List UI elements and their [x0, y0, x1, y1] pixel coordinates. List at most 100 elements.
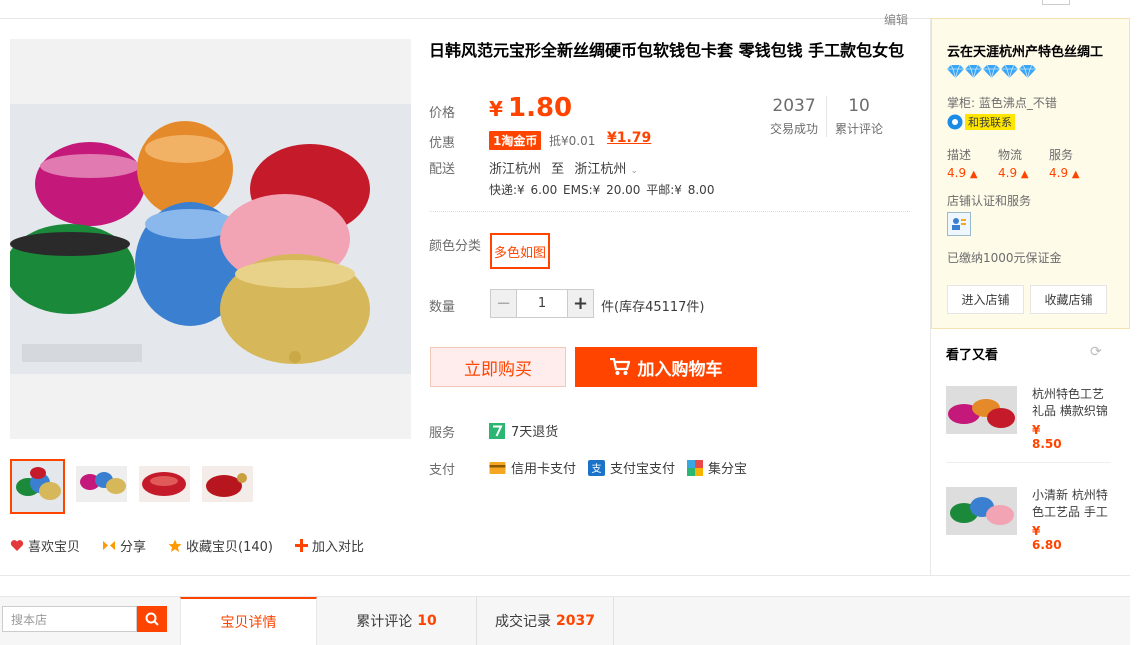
like-label: 喜欢宝贝	[28, 540, 81, 555]
wangwang-icon	[947, 114, 963, 130]
compare-action[interactable]: 加入对比	[295, 536, 364, 555]
score-label: 服务	[1049, 148, 1074, 162]
service-item[interactable]: 7天退货	[489, 421, 558, 440]
score-label: 描述	[947, 148, 972, 162]
favorite-action[interactable]: 收藏宝贝(140)	[168, 536, 273, 555]
thumbnail-2[interactable]	[74, 464, 129, 504]
enter-shop-button[interactable]: 进入店铺	[947, 285, 1024, 314]
qty-plus-button[interactable]: +	[567, 289, 594, 318]
tab-reviews[interactable]: 累计评论 10	[317, 597, 476, 645]
add-to-cart-button[interactable]: 加入购物车	[575, 347, 757, 387]
credit-card-pay[interactable]: 信用卡支付	[489, 458, 576, 477]
payment-label: 支付	[429, 463, 456, 478]
product-stats: 2037 交易成功 10 累计评论	[762, 96, 891, 137]
chevron-down-icon: ⌄	[630, 166, 639, 176]
shop-rating-diamonds	[947, 65, 1036, 78]
recommend-image	[946, 386, 1017, 434]
tab-transactions[interactable]: 成交记录 2037	[477, 597, 613, 645]
share-icon	[103, 541, 116, 550]
recommend-price: ¥ 8.50	[1032, 423, 1062, 451]
price-currency: ¥	[489, 97, 503, 121]
price-label: 价格	[429, 106, 456, 121]
service-text: 7天退货	[511, 425, 559, 440]
color-option[interactable]: 多色如图	[490, 233, 550, 269]
review-label: 累计评论	[835, 122, 884, 136]
jifenbao-icon	[687, 459, 704, 476]
thumbnail-3[interactable]	[137, 464, 192, 504]
payment-methods: 信用卡支付 支 支付宝支付 集分宝	[489, 458, 759, 477]
credit-card-icon	[489, 461, 506, 474]
score-value: 4.9 ▲	[998, 166, 1029, 180]
favorite-label: 收藏宝贝(140)	[186, 540, 273, 555]
product-title: 日韩风范元宝形全新丝绸硬币包软钱包卡套 零钱包钱 手工款包女包	[429, 41, 905, 60]
recommend-price: ¥ 6.80	[1032, 524, 1062, 552]
diamond-icon	[1019, 65, 1036, 78]
compare-label: 加入对比	[312, 540, 365, 555]
ship-to-select[interactable]: 浙江杭州 ⌄	[574, 162, 638, 177]
coin-price[interactable]: ¥1.79	[607, 130, 651, 146]
recommend-image	[946, 487, 1017, 535]
arrow-up-icon: ▲	[1071, 169, 1080, 180]
svg-text:支: 支	[592, 463, 602, 475]
service-label: 服务	[429, 426, 456, 441]
heart-icon	[10, 540, 24, 551]
shop-owner: 掌柜: 蓝色沸点_不错	[947, 96, 1057, 110]
diamond-icon	[983, 65, 1000, 78]
sales-count: 2037	[772, 96, 816, 116]
score-value: 4.9 ▲	[1049, 166, 1080, 180]
favorite-shop-button[interactable]: 收藏店铺	[1030, 285, 1107, 314]
tab-label: 成交记录	[495, 614, 552, 630]
shop-search-input[interactable]: 搜本店	[2, 606, 137, 632]
quantity-label: 数量	[429, 300, 456, 315]
coin-deduct: 抵¥0.01	[549, 134, 596, 148]
deposit-text: 已缴纳1000元保证金	[947, 251, 1062, 265]
search-button[interactable]	[137, 606, 167, 632]
alipay-pay[interactable]: 支 支付宝支付	[588, 458, 675, 477]
refresh-icon[interactable]: ⟳	[1090, 344, 1102, 360]
shop-info-card: 云在天涯杭州产特色丝绸工 掌柜: 蓝色沸点_不错 和我联系 描述 4.9 ▲ 物…	[931, 18, 1130, 329]
buy-now-button[interactable]: 立即购买	[430, 347, 566, 387]
sales-stat[interactable]: 2037 交易成功	[762, 96, 826, 137]
delivery-label: 配送	[429, 162, 456, 177]
score-description: 描述 4.9 ▲	[947, 146, 998, 180]
thumbnail-1[interactable]	[10, 459, 65, 514]
product-page: 编辑 喜欢宝贝 分享 收藏宝贝(140) 加入对比 日韩风范元宝形全新丝绸硬币包…	[0, 0, 1141, 645]
share-action[interactable]: 分享	[102, 536, 146, 555]
stock-text: 件(库存45117件)	[601, 300, 705, 315]
shop-name[interactable]: 云在天涯杭州产特色丝绸工	[947, 41, 1103, 60]
diamond-icon	[1001, 65, 1018, 78]
search-icon	[145, 612, 159, 626]
edit-link[interactable]: 编辑	[884, 11, 908, 28]
review-count: 10	[848, 96, 870, 116]
credit-card-label: 信用卡支付	[511, 462, 577, 477]
diamond-icon	[947, 65, 964, 78]
tab-label: 累计评论	[356, 614, 413, 630]
like-action[interactable]: 喜欢宝贝	[10, 536, 80, 555]
price-value: 1.80	[508, 93, 573, 123]
cert-label: 店铺认证和服务	[947, 194, 1032, 208]
jifenbao-pay[interactable]: 集分宝	[687, 458, 747, 477]
cart-icon	[609, 358, 630, 375]
recommend-text: 杭州特色工艺礼品 横款织锦	[1032, 387, 1108, 418]
score-label: 物流	[998, 148, 1023, 162]
contact-seller-button[interactable]: 和我联系	[947, 114, 1015, 130]
main-product-image[interactable]	[10, 104, 411, 374]
gallery-actions: 喜欢宝贝 分享 收藏宝贝(140) 加入对比	[10, 536, 386, 555]
tab-details[interactable]: 宝贝详情	[180, 597, 317, 645]
color-label: 颜色分类	[429, 239, 482, 254]
score-value: 4.9 ▲	[947, 166, 978, 180]
arrow-up-icon: ▲	[969, 169, 978, 180]
star-icon	[168, 539, 182, 552]
info-divider	[429, 211, 910, 212]
alipay-icon: 支	[588, 459, 606, 476]
review-stat[interactable]: 10 累计评论	[826, 96, 891, 137]
qty-input[interactable]: 1	[517, 289, 567, 318]
qty-minus-button[interactable]: −	[490, 289, 517, 318]
tab-count: 10	[417, 613, 437, 629]
recommend-divider	[946, 462, 1111, 463]
tab-separator	[613, 597, 614, 645]
plus-icon	[295, 539, 308, 552]
thumbnail-4[interactable]	[200, 464, 255, 504]
shop-scores: 描述 4.9 ▲ 物流 4.9 ▲ 服务 4.9 ▲	[947, 146, 1100, 180]
id-card-icon[interactable]	[947, 212, 971, 236]
